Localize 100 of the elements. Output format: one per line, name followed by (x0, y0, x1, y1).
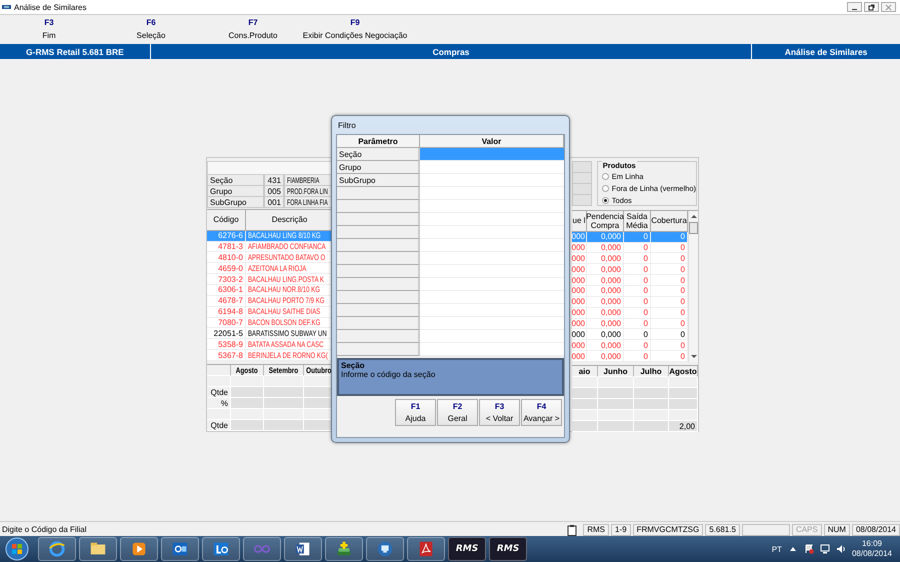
value-field[interactable] (420, 239, 564, 252)
parameter-label[interactable] (337, 304, 420, 317)
taskbar-button[interactable] (161, 537, 199, 561)
table-row[interactable]: 000 0,000 0 0 (572, 253, 688, 264)
start-button[interactable] (4, 537, 30, 561)
function-key-button[interactable]: F3 Fim (0, 15, 100, 44)
table-cell (669, 388, 698, 399)
up-arrow-icon (690, 214, 696, 219)
network-icon[interactable] (820, 544, 830, 554)
clipboard-icon (567, 524, 578, 536)
value-field[interactable] (420, 278, 564, 291)
table-cell: 0,000 (587, 308, 624, 318)
column-header[interactable]: Código (207, 210, 246, 230)
table-cell (304, 420, 334, 431)
parameter-label[interactable] (337, 317, 420, 330)
parameter-label[interactable] (337, 213, 420, 226)
volume-icon[interactable] (836, 544, 846, 554)
function-key-button[interactable]: F6 Seleção (100, 15, 202, 44)
value-field[interactable] (420, 200, 564, 213)
restore-button[interactable] (864, 2, 879, 12)
value-field[interactable] (420, 252, 564, 265)
scrollbar[interactable] (688, 211, 698, 362)
parameter-label[interactable] (337, 239, 420, 252)
table-cell: 4678-7 (207, 296, 246, 306)
value-field[interactable] (420, 213, 564, 226)
value-field[interactable] (420, 187, 564, 200)
dialog-button[interactable]: F2 Geral (437, 399, 478, 426)
dialog-button[interactable]: F1 Ajuda (395, 399, 436, 426)
dialog-button[interactable]: F4 Avançar > (521, 399, 562, 426)
table-row[interactable]: 000 0,000 0 0 (572, 264, 688, 276)
parameter-label[interactable] (337, 265, 420, 278)
value-field[interactable] (420, 148, 564, 161)
table-row[interactable]: 000 0,000 0 0 (572, 329, 688, 340)
taskbar-button[interactable] (202, 537, 240, 561)
column-header: Agosto (231, 365, 264, 376)
table-cell (231, 376, 264, 387)
taskbar-button[interactable] (38, 537, 76, 561)
parameter-label[interactable] (337, 278, 420, 291)
table-cell: 000 (572, 253, 587, 264)
parameter-label[interactable] (337, 200, 420, 213)
taskbar-button[interactable] (79, 537, 117, 561)
language-indicator[interactable]: PT (772, 544, 782, 554)
table-cell: 0 (624, 296, 651, 307)
value-field[interactable] (420, 174, 564, 187)
parameter-label[interactable] (337, 226, 420, 239)
parameter-label[interactable] (337, 291, 420, 304)
column-header[interactable]: Saída Média (624, 211, 651, 231)
parameter-label[interactable]: Grupo (337, 161, 420, 174)
module-title: Compras (150, 44, 752, 59)
table-cell: 7080-7 (207, 318, 246, 328)
flag-icon[interactable] (804, 544, 814, 554)
value-field[interactable] (420, 265, 564, 278)
column-header[interactable]: ue l (572, 211, 587, 231)
parameter-label[interactable]: Seção (337, 148, 420, 161)
table-cell: 000 (572, 318, 587, 328)
value-field[interactable] (420, 161, 564, 174)
table-row[interactable]: 000 0,000 0 0 (572, 242, 688, 254)
parameter-label[interactable]: SubGrupo (337, 174, 420, 187)
plus-stack-icon (335, 540, 353, 558)
taskbar-button[interactable] (284, 537, 322, 561)
table-cell: 0,000 (587, 329, 624, 340)
table-cell (669, 399, 698, 410)
table-row[interactable]: 000 0,000 0 0 (572, 275, 688, 286)
function-key-button[interactable]: F7 Cons.Produto (202, 15, 304, 44)
scroll-thumb[interactable] (689, 222, 698, 234)
parameter-label[interactable] (337, 330, 420, 343)
value-field[interactable] (420, 226, 564, 239)
table-cell: 0 (624, 308, 651, 318)
table-cell: 0,000 (587, 264, 624, 274)
column-header: Setembro (264, 365, 304, 376)
table-row[interactable]: 000 0,000 0 0 (572, 286, 688, 297)
taskbar-button[interactable] (120, 537, 158, 561)
parameter-label[interactable] (337, 187, 420, 200)
minimize-button[interactable] (847, 2, 862, 12)
parameter-label[interactable] (337, 343, 420, 356)
filter-label: Seção (207, 175, 264, 186)
table-row[interactable]: 000 0,000 0 0 (572, 308, 688, 319)
table-row[interactable]: 000 0,000 0 0 (572, 318, 688, 330)
table-cell (231, 387, 264, 398)
taskbar-button[interactable]: RMS (448, 537, 486, 561)
taskbar-button[interactable] (366, 537, 404, 561)
value-field[interactable] (420, 330, 564, 343)
value-field[interactable] (420, 343, 564, 356)
taskbar-button[interactable] (325, 537, 363, 561)
clock[interactable]: 16:09 08/08/2014 (852, 538, 892, 560)
table-cell (572, 388, 598, 399)
parameter-label[interactable] (337, 252, 420, 265)
help-title: Seção (341, 361, 366, 370)
value-field[interactable] (420, 291, 564, 304)
value-field[interactable] (420, 304, 564, 317)
table-row[interactable]: 000 0,000 0 0 (572, 296, 688, 308)
table-cell: 0 (624, 340, 651, 350)
column-header[interactable]: Pendencia Compra (587, 211, 624, 231)
function-key-button[interactable]: F9 Exibir Condições Negociação (304, 15, 406, 44)
taskbar-button[interactable]: RMS (489, 537, 527, 561)
table-row[interactable]: 000 0,000 0 0 (572, 351, 688, 362)
taskbar-button[interactable] (407, 537, 445, 561)
value-field[interactable] (420, 317, 564, 330)
dialog-button[interactable]: F3 < Voltar (479, 399, 520, 426)
table-row[interactable]: 000 0,000 0 0 (572, 340, 688, 352)
